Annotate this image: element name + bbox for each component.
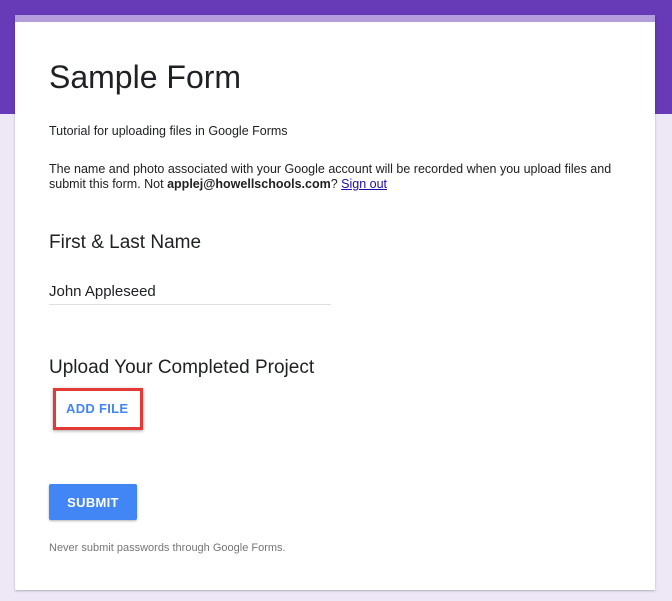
submit-button[interactable]: SUBMIT — [49, 484, 137, 520]
notice-suffix: ? — [330, 177, 342, 191]
account-notice: The name and photo associated with your … — [49, 162, 639, 192]
form-title: Sample Form — [49, 59, 242, 95]
question-upload-label: Upload Your Completed Project — [49, 357, 315, 378]
add-file-button[interactable]: ADD FILE — [66, 391, 128, 427]
card-accent-bar — [15, 15, 655, 22]
form-card: Sample Form Tutorial for uploading files… — [15, 15, 655, 590]
account-email: applej@howellschools.com — [167, 177, 331, 191]
footer-warning: Never submit passwords through Google Fo… — [49, 542, 286, 554]
form-description: Tutorial for uploading files in Google F… — [49, 124, 288, 138]
name-input[interactable] — [49, 278, 331, 305]
sign-out-link[interactable]: Sign out — [341, 177, 387, 191]
question-name-label: First & Last Name — [49, 232, 202, 253]
add-file-highlight: ADD FILE — [53, 388, 143, 430]
